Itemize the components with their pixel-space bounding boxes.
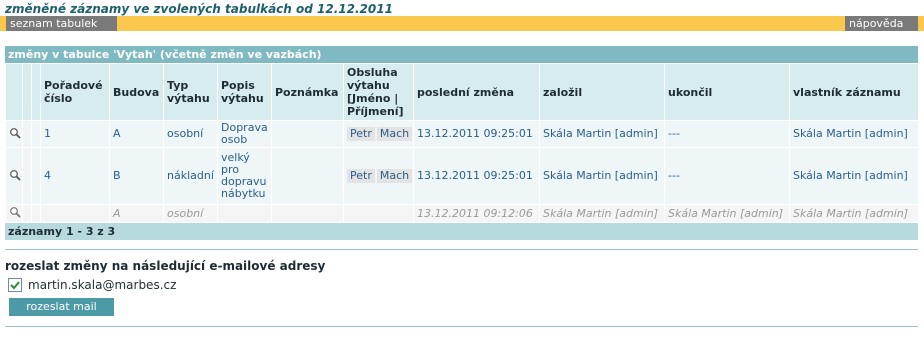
cell-vlastnik[interactable]: Skála Martin [admin] xyxy=(789,147,919,205)
spacer-cell xyxy=(22,147,32,205)
cell-vlastnik[interactable]: Skála Martin [admin] xyxy=(789,120,919,148)
cell-popis[interactable]: Doprava osob xyxy=(217,120,272,148)
col-action xyxy=(5,63,23,121)
spacer-cell xyxy=(22,204,32,223)
divider xyxy=(5,326,918,327)
cell-ukoncil[interactable]: --- xyxy=(664,120,790,148)
send-mail-button[interactable]: rozeslat mail xyxy=(9,298,114,316)
cell-ukoncil: Skála Martin [admin] xyxy=(664,204,790,223)
magnifier-icon[interactable] xyxy=(9,169,21,181)
cell-ukoncil[interactable]: --- xyxy=(664,147,790,205)
cell-popis xyxy=(217,204,272,223)
cell-posledni-zmena[interactable]: 13.12.2011 09:25:01 xyxy=(413,120,540,148)
spacer-cell xyxy=(22,120,32,148)
top-bar: seznam tabulek nápověda xyxy=(0,16,924,31)
col-zalozil[interactable]: založil xyxy=(539,63,665,121)
mail-section-title: rozeslat změny na následující e-mailové … xyxy=(5,259,326,273)
cell-obsluha: Petr Mach xyxy=(343,120,414,148)
col-popis-vytahu[interactable]: Popis výtahu xyxy=(217,63,272,121)
table-caption: změny v tabulce 'Vytah' (včetně změn ve … xyxy=(5,46,918,63)
table-row: 1 A osobní Doprava osob Petr Mach 13.12.… xyxy=(5,120,919,148)
cell-posledni-zmena[interactable]: 13.12.2011 09:25:01 xyxy=(413,147,540,205)
email-address: martin.skala@marbes.cz xyxy=(28,278,177,292)
magnifier-icon[interactable] xyxy=(9,127,21,139)
col-obsluha-vytahu[interactable]: Obsluha výtahu [Jméno | Příjmení] xyxy=(343,63,414,121)
spacer-cell xyxy=(31,147,41,205)
col-posledni-zmena[interactable]: poslední změna xyxy=(413,63,540,121)
cell-poznamka xyxy=(271,120,344,148)
cell-zalozil[interactable]: Skála Martin [admin] xyxy=(539,120,665,148)
cell-obsluha xyxy=(343,204,414,223)
col-budova[interactable]: Budova xyxy=(109,63,164,121)
cell-budova: A xyxy=(109,204,164,223)
col-poradove-cislo[interactable]: Pořadové číslo xyxy=(40,63,110,121)
obsluha-prijmeni[interactable]: Mach xyxy=(376,127,413,141)
cell-zalozil: Skála Martin [admin] xyxy=(539,204,665,223)
cell-zalozil[interactable]: Skála Martin [admin] xyxy=(539,147,665,205)
page-title: změněné záznamy ve zvolených tabulkách o… xyxy=(5,2,393,16)
col-typ-vytahu[interactable]: Typ výtahu xyxy=(163,63,218,121)
cell-obsluha: Petr Mach xyxy=(343,147,414,205)
record-count: záznamy 1 - 3 z 3 xyxy=(5,223,918,240)
table-list-button[interactable]: seznam tabulek xyxy=(6,16,117,31)
cell-poradove[interactable]: 1 xyxy=(40,120,110,148)
col-vlastnik-zaznamu[interactable]: vlastník záznamu xyxy=(789,63,919,121)
spacer-cell xyxy=(31,204,41,223)
table-row-history: A osobní 13.12.2011 09:12:06 Skála Marti… xyxy=(5,204,919,223)
col-poznamka[interactable]: Poznámka xyxy=(271,63,344,121)
checkbox-checked-icon xyxy=(10,281,20,290)
email-checkbox[interactable] xyxy=(8,278,22,292)
cell-typ[interactable]: nákladní xyxy=(163,147,218,205)
changes-panel: změny v tabulce 'Vytah' (včetně změn ve … xyxy=(5,46,919,240)
obsluha-jmeno[interactable]: Petr xyxy=(347,127,375,141)
table-row: 4 B nákladní velký pro dopravu nábytku P… xyxy=(5,147,919,205)
changes-table: Pořadové číslo Budova Typ výtahu Popis v… xyxy=(5,63,919,223)
col-ukoncil[interactable]: ukončil xyxy=(664,63,790,121)
cell-budova[interactable]: B xyxy=(109,147,164,205)
cell-poznamka xyxy=(271,147,344,205)
cell-poznamka xyxy=(271,204,344,223)
cell-popis[interactable]: velký pro dopravu nábytku xyxy=(217,147,272,205)
cell-poradove[interactable]: 4 xyxy=(40,147,110,205)
cell-poradove xyxy=(40,204,110,223)
obsluha-jmeno[interactable]: Petr xyxy=(347,169,375,183)
col-spacer-1 xyxy=(22,63,32,121)
col-spacer-2 xyxy=(31,63,41,121)
help-button[interactable]: nápověda xyxy=(845,16,918,31)
detail-cell[interactable] xyxy=(5,204,23,223)
obsluha-prijmeni[interactable]: Mach xyxy=(376,169,413,183)
spacer-cell xyxy=(31,120,41,148)
cell-posledni-zmena: 13.12.2011 09:12:06 xyxy=(413,204,540,223)
cell-typ[interactable]: osobní xyxy=(163,120,218,148)
detail-cell[interactable] xyxy=(5,120,23,148)
cell-typ: osobní xyxy=(163,204,218,223)
divider xyxy=(5,249,918,250)
cell-vlastnik: Skála Martin [admin] xyxy=(789,204,919,223)
detail-cell[interactable] xyxy=(5,147,23,205)
header-row: Pořadové číslo Budova Typ výtahu Popis v… xyxy=(5,63,919,121)
magnifier-icon[interactable] xyxy=(9,206,21,218)
cell-budova[interactable]: A xyxy=(109,120,164,148)
